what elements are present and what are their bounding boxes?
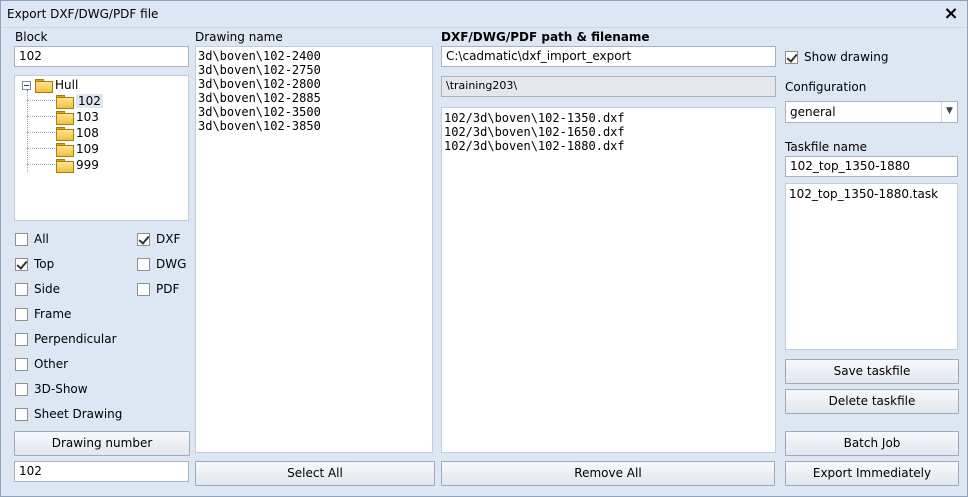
checkbox-label: Show drawing [804,50,889,64]
save-taskfile-button[interactable]: Save taskfile [785,359,959,384]
list-item[interactable]: 3d\boven\102-3850 [196,119,432,133]
checkbox-dxf[interactable]: DXF [137,231,180,247]
taskfile-input[interactable]: 102_top_1350-1880 [785,156,958,177]
checkbox-side[interactable]: Side [15,281,60,297]
drawing-name-label: Drawing name [195,30,283,44]
tree-node-label: 102 [76,94,103,108]
checkbox-box[interactable] [15,407,28,421]
block-tree[interactable]: Hull 102 103 108 109 999 [14,75,189,221]
checkbox-perpendicular[interactable]: Perpendicular [15,331,117,347]
list-item[interactable]: 3d\boven\102-2800 [196,77,432,91]
checkbox-other[interactable]: Other [15,356,68,372]
list-item[interactable]: 3d\boven\102-2885 [196,91,432,105]
checkbox-label: Top [34,257,55,271]
checkbox-label: All [34,232,49,246]
export-dialog: Export DXF/DWG/PDF file × Block 102 Hull… [0,0,968,497]
list-item[interactable]: 102/3d\boven\102-1350.dxf [442,111,775,125]
tree-node-label: 108 [76,126,99,140]
checkbox-box[interactable] [15,357,28,371]
tree-node-102[interactable]: 102 [56,93,103,109]
tree-node-label: 109 [76,142,99,156]
batch-job-button[interactable]: Batch Job [785,431,959,456]
taskfile-list[interactable]: 102_top_1350-1880.task [785,183,958,350]
checkbox-frame[interactable]: Frame [15,306,71,322]
folder-icon [56,95,74,109]
list-item[interactable]: 102_top_1350-1880.task [786,187,957,201]
checkbox-box[interactable] [15,232,28,246]
checkbox-sheet-drawing[interactable]: Sheet Drawing [15,406,122,422]
window-title: Export DXF/DWG/PDF file [7,7,159,21]
delete-taskfile-button[interactable]: Delete taskfile [785,389,959,414]
configuration-select[interactable]: general ▼ [785,101,958,123]
list-item[interactable]: 102/3d\boven\102-1650.dxf [442,125,775,139]
tree-node-103[interactable]: 103 [56,109,99,125]
tree-node-label: 999 [76,158,99,172]
checkbox-show-drawing[interactable]: Show drawing [785,49,888,65]
list-item[interactable]: 3d\boven\102-2400 [196,49,432,63]
list-item[interactable]: 3d\boven\102-3500 [196,105,432,119]
block-label: Block [15,30,48,44]
checkbox-box[interactable] [137,282,150,296]
checkbox-3d-show[interactable]: 3D-Show [15,381,88,397]
checkbox-top[interactable]: Top [15,256,54,272]
tree-node-hull[interactable]: Hull [22,77,78,93]
checkbox-box[interactable] [15,382,28,396]
tree-node-108[interactable]: 108 [56,125,99,141]
select-all-button[interactable]: Select All [195,461,435,486]
checkbox-box[interactable] [785,50,798,64]
checkbox-dwg[interactable]: DWG [137,256,186,272]
tree-node-label: 103 [76,110,99,124]
folder-icon [56,111,74,125]
configuration-label: Configuration [785,80,867,94]
taskfile-label: Taskfile name [785,140,868,154]
checkbox-label: 3D-Show [34,382,88,396]
drawing-name-list[interactable]: 3d\boven\102-2400 3d\boven\102-2750 3d\b… [195,46,433,453]
tree-node-label: Hull [55,78,79,92]
chevron-down-icon[interactable]: ▼ [941,102,957,122]
checkbox-label: Perpendicular [34,332,117,346]
checkbox-all[interactable]: All [15,231,49,247]
block-input[interactable]: 102 [14,46,189,67]
checkbox-label: Other [34,357,69,371]
checkbox-label: Side [34,282,60,296]
checkbox-box[interactable] [15,332,28,346]
tree-node-999[interactable]: 999 [56,157,99,173]
checkbox-box[interactable] [15,282,28,296]
subpath-field: \training203\ [441,76,776,97]
folder-icon [56,159,74,173]
drawing-number-input[interactable]: 102 [14,461,189,482]
file-list[interactable]: 102/3d\boven\102-1350.dxf 102/3d\boven\1… [441,107,776,453]
checkbox-box[interactable] [15,257,28,271]
folder-icon [35,79,53,93]
checkbox-label: Frame [34,307,72,321]
checkbox-label: DXF [156,232,181,246]
path-label: DXF/DWG/PDF path & filename [441,30,650,44]
list-item[interactable]: 3d\boven\102-2750 [196,63,432,77]
close-icon[interactable]: × [941,4,961,24]
list-item[interactable]: 102/3d\boven\102-1880.dxf [442,139,775,153]
folder-icon [56,127,74,141]
checkbox-label: PDF [156,282,180,296]
tree-node-109[interactable]: 109 [56,141,99,157]
collapse-icon[interactable] [22,80,31,90]
checkbox-pdf[interactable]: PDF [137,281,179,297]
title-bar: Export DXF/DWG/PDF file × [1,1,967,28]
path-input[interactable]: C:\cadmatic\dxf_import_export [441,46,776,67]
drawing-number-button[interactable]: Drawing number [14,431,190,456]
checkbox-label: DWG [156,257,187,271]
checkbox-box[interactable] [137,257,150,271]
checkbox-box[interactable] [15,307,28,321]
configuration-value: general [790,105,836,119]
checkbox-box[interactable] [137,232,150,246]
export-immediately-button[interactable]: Export Immediately [785,461,959,486]
remove-all-button[interactable]: Remove All [441,461,775,486]
checkbox-label: Sheet Drawing [34,407,123,421]
folder-icon [56,143,74,157]
